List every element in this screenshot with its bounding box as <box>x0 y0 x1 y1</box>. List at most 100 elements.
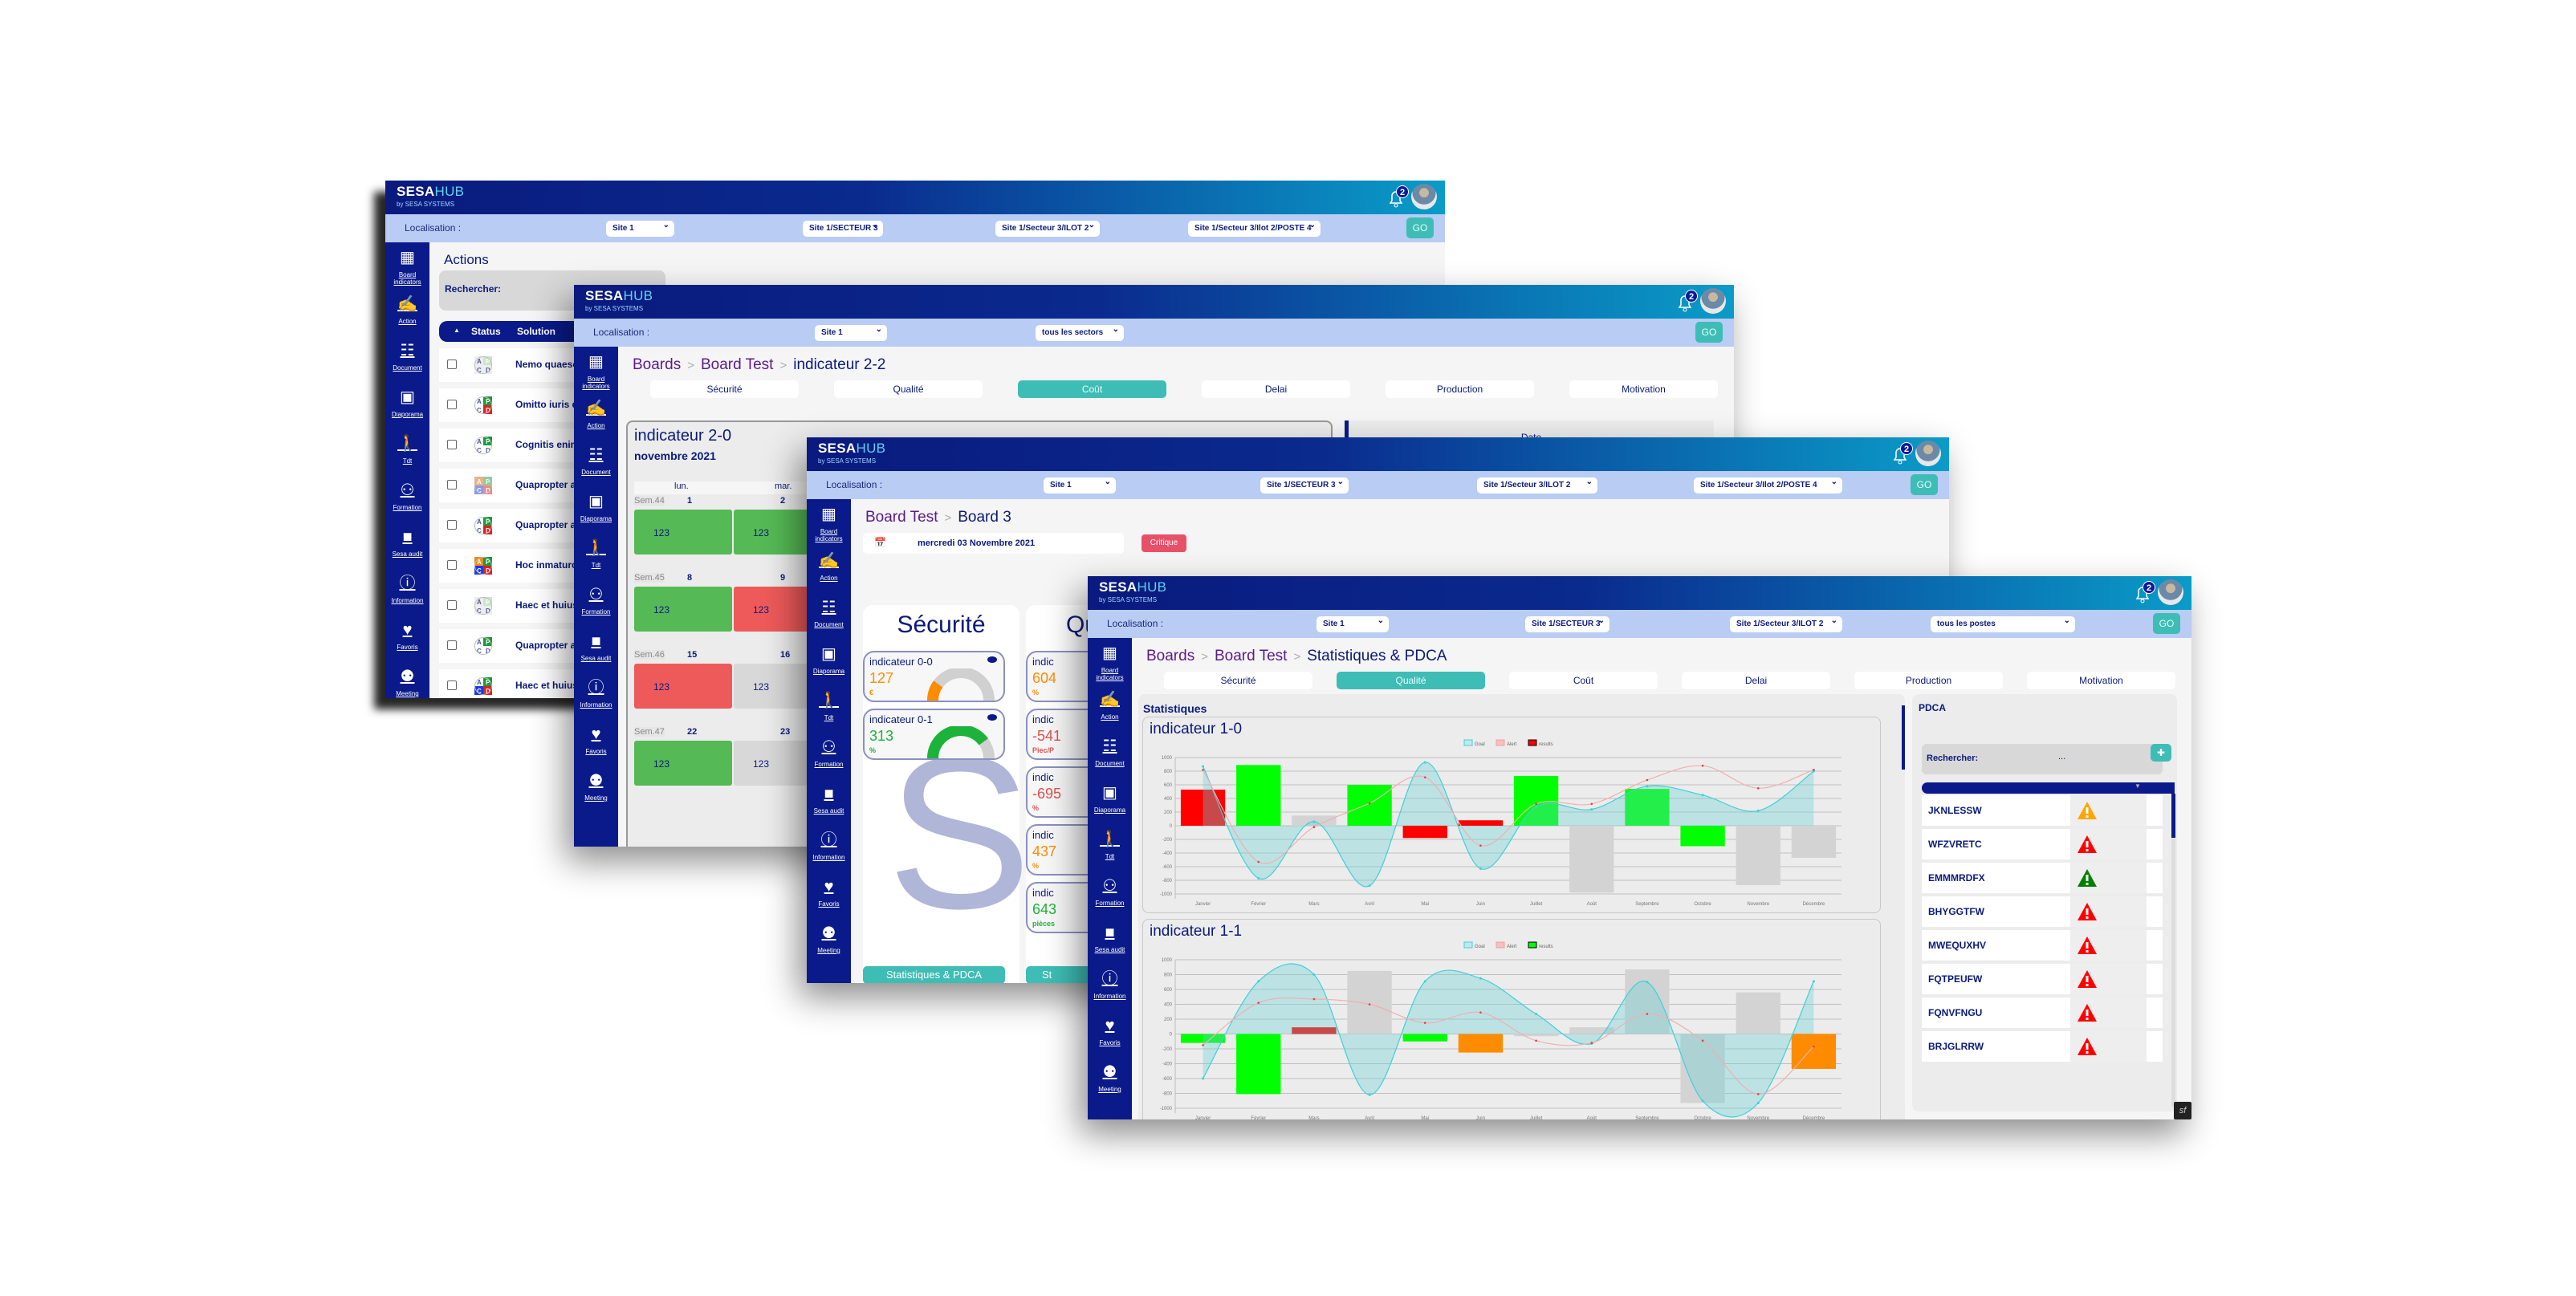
crumb-boards[interactable]: Boards <box>1146 648 1194 664</box>
crumb-board-test[interactable]: Board Test <box>701 356 773 373</box>
sidebar-item-action[interactable]: ✍ Action <box>385 289 429 335</box>
ilot-select[interactable]: Site 1/Secteur 3/ILOT 2 <box>995 221 1100 237</box>
tab-1[interactable]: Qualité <box>1337 672 1485 689</box>
sidebar-item-document[interactable]: ☷ Document <box>807 592 851 639</box>
tab-2[interactable]: Coût <box>1509 672 1658 689</box>
sector-select[interactable]: tous les sectors <box>1036 325 1124 341</box>
sidebar-item-formation[interactable]: ⚇ Formation <box>1088 871 1132 917</box>
crumb-board-test[interactable]: Board Test <box>865 509 938 526</box>
sector-select[interactable]: Site 1/SECTEUR 3 <box>1260 477 1349 494</box>
tab-5[interactable]: Motivation <box>2027 672 2175 689</box>
sidebar-item-favoris[interactable]: ♥ Favoris <box>385 615 429 661</box>
row-checkbox[interactable] <box>447 560 457 570</box>
pdca-row[interactable]: WFZVRETC <box>1922 829 2163 859</box>
site-select[interactable]: Site 1 <box>606 221 674 237</box>
sidebar-item-information[interactable]: ⓘ Information <box>574 672 618 719</box>
column-status[interactable]: Status <box>471 326 501 337</box>
site-select[interactable]: Site 1 <box>1044 477 1116 494</box>
sidebar-item-tdt[interactable]: 🚶 Tdt <box>385 429 429 475</box>
column-solution[interactable]: Solution <box>517 326 555 337</box>
sidebar-item-sesa-audit[interactable]: ■ Sesa audit <box>807 778 851 825</box>
row-checkbox[interactable] <box>447 360 457 369</box>
sidebar-item-formation[interactable]: ⚇ Formation <box>807 732 851 778</box>
row-checkbox[interactable] <box>447 440 457 449</box>
eye-icon[interactable] <box>987 714 997 721</box>
avatar[interactable] <box>1700 288 1726 314</box>
site-select[interactable]: Site 1 <box>815 325 887 341</box>
avatar[interactable] <box>2158 579 2183 605</box>
sidebar-item-diaporama[interactable]: ▣ Diaporama <box>1088 778 1132 824</box>
tab-4[interactable]: Production <box>1386 380 1534 398</box>
sort-icon[interactable]: ▼ <box>2134 782 2141 790</box>
eye-icon[interactable] <box>987 656 997 663</box>
sidebar-item-document[interactable]: ☷ Document <box>574 440 618 486</box>
sidebar-item-action[interactable]: ✍ Action <box>574 393 618 440</box>
sidebar-item-diaporama[interactable]: ▣ Diaporama <box>574 486 618 533</box>
pdca-row[interactable]: MWEQUXHV <box>1922 930 2163 961</box>
row-checkbox[interactable] <box>447 681 457 690</box>
kpi-card[interactable]: indicateur 0-0 127 € <box>863 651 1005 702</box>
tab-0[interactable]: Sécurité <box>650 380 799 398</box>
sector-select[interactable]: Site 1/SECTEUR 3 <box>803 221 883 237</box>
calendar-cell[interactable]: 123 <box>634 587 732 632</box>
pdca-row[interactable]: JKNLESSW <box>1922 795 2163 826</box>
row-checkbox[interactable] <box>447 480 457 490</box>
tab-2[interactable]: Coût <box>1018 380 1166 398</box>
go-button[interactable]: GO <box>1695 322 1723 343</box>
sidebar-item-tdt[interactable]: 🚶 Tdt <box>1088 824 1132 871</box>
pdca-scrollbar[interactable] <box>2171 794 2175 1107</box>
tab-4[interactable]: Production <box>1854 672 2003 689</box>
sidebar-item-formation[interactable]: ⚇ Formation <box>574 579 618 626</box>
avatar[interactable] <box>1411 184 1437 209</box>
row-checkbox[interactable] <box>447 600 457 610</box>
tab-3[interactable]: Delai <box>1682 672 1830 689</box>
stats-pdca-button[interactable]: Statistiques & PDCA <box>863 966 1005 983</box>
sidebar-item-information[interactable]: ⓘ Information <box>807 825 851 871</box>
pdca-row[interactable]: FQNVFNGU <box>1922 997 2163 1028</box>
critical-badge[interactable]: Critique <box>1141 534 1186 552</box>
row-checkbox[interactable] <box>447 520 457 530</box>
sidebar-item-sesa-audit[interactable]: ■ Sesa audit <box>574 626 618 672</box>
calendar-cell[interactable]: 123 <box>634 510 732 555</box>
tab-1[interactable]: Qualité <box>834 380 983 398</box>
site-select[interactable]: Site 1 <box>1316 616 1389 632</box>
ilot-select[interactable]: Site 1/Secteur 3/ILOT 2 <box>1730 616 1842 632</box>
sidebar-item-favoris[interactable]: ♥ Favoris <box>574 719 618 766</box>
calendar-cell[interactable]: 123 <box>634 741 732 786</box>
sidebar-item-board-indicators[interactable]: ▦ Board indicators <box>574 347 618 393</box>
row-checkbox[interactable] <box>447 400 457 409</box>
pdca-row[interactable]: BHYGGTFW <box>1922 896 2163 927</box>
go-button[interactable]: GO <box>1406 217 1434 238</box>
sidebar-item-diaporama[interactable]: ▣ Diaporama <box>385 382 429 429</box>
sidebar-item-board-indicators[interactable]: ▦ Board indicators <box>807 499 851 546</box>
sidebar-item-favoris[interactable]: ♥ Favoris <box>807 871 851 918</box>
sidebar-item-tdt[interactable]: 🚶 Tdt <box>574 533 618 579</box>
sidebar-item-document[interactable]: ☷ Document <box>1088 731 1132 778</box>
go-button[interactable]: GO <box>1911 474 1938 495</box>
sidebar-item-information[interactable]: ⓘ Information <box>385 568 429 615</box>
sidebar-item-tdt[interactable]: 🚶 Tdt <box>807 685 851 732</box>
sidebar-item-formation[interactable]: ⚇ Formation <box>385 475 429 522</box>
add-pdca-button[interactable]: ✚ <box>2151 744 2171 762</box>
sidebar-item-board-indicators[interactable]: ▦ Board indicators <box>1088 638 1132 685</box>
crumb-boards[interactable]: Boards <box>633 356 681 373</box>
ilot-select[interactable]: Site 1/Secteur 3/ILOT 2 <box>1477 477 1597 494</box>
kpi-card[interactable]: indicateur 0-1 313% <box>863 709 1005 760</box>
sidebar-item-information[interactable]: ⓘ Information <box>1088 964 1132 1010</box>
poste-select[interactable]: Site 1/Secteur 3/Ilot 2/POSTE 4 <box>1694 477 1842 494</box>
sidebar-item-meeting[interactable]: ⚉ Meeting <box>574 766 618 812</box>
sidebar-item-action[interactable]: ✍ Action <box>807 546 851 592</box>
sector-select[interactable]: Site 1/SECTEUR 3 <box>1525 616 1609 632</box>
poste-select[interactable]: Site 1/Secteur 3/Ilot 2/POSTE 4 <box>1188 221 1321 237</box>
pdca-row[interactable]: BRJGLRRW <box>1922 1031 2163 1062</box>
sidebar-item-meeting[interactable]: ⚉ Meeting <box>1088 1057 1132 1103</box>
sidebar-item-sesa-audit[interactable]: ■ Sesa audit <box>385 522 429 568</box>
calendar-cell[interactable]: 123 <box>634 664 732 709</box>
sidebar-item-favoris[interactable]: ♥ Favoris <box>1088 1010 1132 1057</box>
sidebar-item-board-indicators[interactable]: ▦ Board indicators <box>385 242 429 289</box>
sidebar-item-diaporama[interactable]: ▣ Diaporama <box>807 639 851 685</box>
tab-0[interactable]: Sécurité <box>1164 672 1312 689</box>
pdca-row[interactable]: EMMMRDFX <box>1922 863 2163 893</box>
tab-3[interactable]: Delai <box>1202 380 1350 398</box>
row-checkbox[interactable] <box>447 640 457 650</box>
